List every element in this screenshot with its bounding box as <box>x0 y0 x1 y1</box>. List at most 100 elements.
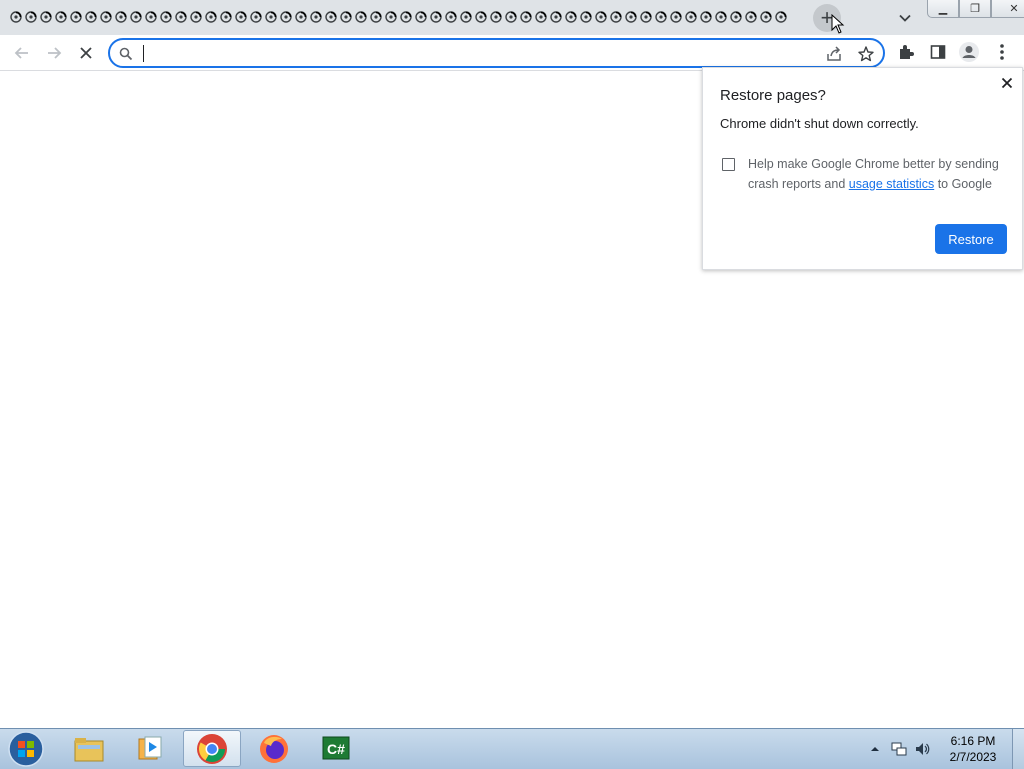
browser-tab[interactable] <box>188 8 203 26</box>
share-button[interactable] <box>824 44 844 64</box>
clock-time: 6:16 PM <box>950 734 996 748</box>
browser-tab[interactable] <box>23 8 38 26</box>
browser-tab[interactable] <box>728 8 743 26</box>
browser-tab[interactable] <box>503 8 518 26</box>
loading-globe-icon <box>744 11 757 23</box>
windows-taskbar: C# 6:16 PM 2/7/2023 <box>0 728 1024 769</box>
browser-tab[interactable] <box>563 8 578 26</box>
browser-tab[interactable] <box>428 8 443 26</box>
browser-tab[interactable] <box>443 8 458 26</box>
browser-tab[interactable] <box>533 8 548 26</box>
browser-tab[interactable] <box>548 8 563 26</box>
browser-tab[interactable] <box>743 8 758 26</box>
browser-tab[interactable] <box>413 8 428 26</box>
browser-tab[interactable] <box>578 8 593 26</box>
browser-tab[interactable] <box>368 8 383 26</box>
close-window-button[interactable]: ✕ <box>991 0 1024 18</box>
taskbar-chrome[interactable] <box>183 730 241 767</box>
browser-tab[interactable] <box>38 8 53 26</box>
forward-button[interactable] <box>41 40 67 66</box>
browser-tab[interactable] <box>323 8 338 26</box>
system-clock[interactable]: 6:16 PM 2/7/2023 <box>940 733 1006 765</box>
browser-tab[interactable] <box>518 8 533 26</box>
loading-globe-icon <box>699 11 712 23</box>
browser-tab[interactable] <box>608 8 623 26</box>
taskbar-media-player[interactable] <box>121 730 179 767</box>
browser-tab[interactable] <box>713 8 728 26</box>
loading-globe-icon <box>669 11 682 23</box>
browser-tab[interactable] <box>623 8 638 26</box>
speaker-icon <box>916 743 930 755</box>
browser-tab[interactable] <box>593 8 608 26</box>
browser-tab[interactable] <box>638 8 653 26</box>
maximize-button[interactable]: ❐ <box>959 0 991 18</box>
profile-button[interactable] <box>957 40 981 64</box>
usage-stats-checkbox[interactable] <box>722 158 735 171</box>
browser-tab[interactable] <box>683 8 698 26</box>
start-button[interactable] <box>6 730 46 768</box>
browser-tab[interactable] <box>773 8 788 26</box>
browser-toolbar <box>0 35 1024 71</box>
browser-tab[interactable] <box>143 8 158 26</box>
browser-tab[interactable] <box>53 8 68 26</box>
browser-tab[interactable] <box>758 8 773 26</box>
browser-tab[interactable] <box>458 8 473 26</box>
browser-tab[interactable] <box>473 8 488 26</box>
bookmark-button[interactable] <box>856 44 876 64</box>
show-hidden-icons-button[interactable] <box>866 740 884 758</box>
browser-tab[interactable] <box>488 8 503 26</box>
browser-tab[interactable] <box>698 8 713 26</box>
usage-statistics-link[interactable]: usage statistics <box>849 177 934 191</box>
browser-tab[interactable] <box>293 8 308 26</box>
address-bar[interactable] <box>108 38 885 68</box>
browser-tab[interactable] <box>668 8 683 26</box>
loading-globe-icon <box>774 11 787 23</box>
tab-strip: + ▁ ❐ ✕ <box>0 0 1024 35</box>
dialog-close-button[interactable] <box>999 75 1015 91</box>
browser-tab[interactable] <box>158 8 173 26</box>
loading-globe-icon <box>564 11 577 23</box>
tab-search-button[interactable] <box>895 8 915 28</box>
taskbar-csharp-ide[interactable]: C# <box>307 730 365 767</box>
browser-tab[interactable] <box>248 8 263 26</box>
browser-tab[interactable] <box>398 8 413 26</box>
browser-tab[interactable] <box>653 8 668 26</box>
browser-tab[interactable] <box>383 8 398 26</box>
close-icon <box>1001 77 1013 89</box>
address-input[interactable] <box>142 43 796 65</box>
side-panel-button[interactable] <box>926 40 950 64</box>
loading-globe-icon <box>174 11 187 23</box>
extensions-button[interactable] <box>894 40 918 64</box>
loading-globe-icon <box>609 11 622 23</box>
browser-tab[interactable] <box>8 8 23 26</box>
volume-tray-icon[interactable] <box>913 740 931 758</box>
browser-tab[interactable] <box>68 8 83 26</box>
chrome-icon <box>197 733 227 764</box>
browser-tab[interactable] <box>83 8 98 26</box>
loading-globe-icon <box>354 11 367 23</box>
loading-globe-icon <box>624 11 637 23</box>
back-button[interactable] <box>9 40 35 66</box>
taskbar-firefox[interactable] <box>245 730 303 767</box>
browser-tab[interactable] <box>203 8 218 26</box>
show-desktop-button[interactable] <box>1012 729 1024 769</box>
browser-tab[interactable] <box>308 8 323 26</box>
network-icon <box>891 742 907 756</box>
loading-globe-icon <box>654 11 667 23</box>
browser-tab[interactable] <box>173 8 188 26</box>
browser-tab[interactable] <box>263 8 278 26</box>
browser-tab[interactable] <box>233 8 248 26</box>
menu-button[interactable] <box>990 40 1014 64</box>
taskbar-explorer[interactable] <box>60 730 118 767</box>
browser-tab[interactable] <box>218 8 233 26</box>
browser-tab[interactable] <box>338 8 353 26</box>
browser-tab[interactable] <box>353 8 368 26</box>
network-tray-icon[interactable] <box>890 740 908 758</box>
minimize-button[interactable]: ▁ <box>927 0 959 18</box>
browser-tab[interactable] <box>98 8 113 26</box>
stop-loading-button[interactable] <box>73 40 99 66</box>
restore-button[interactable]: Restore <box>935 224 1007 254</box>
browser-tab[interactable] <box>113 8 128 26</box>
browser-tab[interactable] <box>128 8 143 26</box>
browser-tab[interactable] <box>278 8 293 26</box>
